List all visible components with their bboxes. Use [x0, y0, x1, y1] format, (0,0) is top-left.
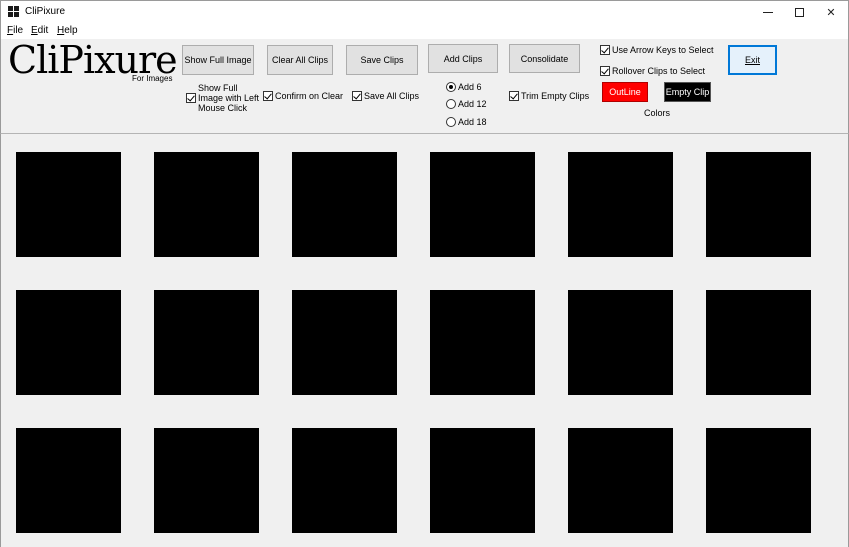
menu-help[interactable]: Help [57, 25, 78, 36]
clip-tile[interactable] [154, 152, 259, 257]
menu-edit[interactable]: Edit [31, 25, 48, 36]
title-bar: CliPixure ✕ [0, 0, 849, 22]
outline-color-button[interactable]: OutLine [602, 82, 648, 102]
clip-tile[interactable] [430, 152, 535, 257]
clip-tile[interactable] [706, 152, 811, 257]
checkbox-icon [186, 93, 196, 103]
use-arrow-keys-checkbox[interactable]: Use Arrow Keys to Select [600, 45, 714, 55]
clip-grid [0, 134, 849, 547]
clip-tile[interactable] [292, 428, 397, 533]
checkbox-icon [263, 91, 273, 101]
empty-clip-color-button[interactable]: Empty Clip [664, 82, 711, 102]
minimize-icon [763, 11, 773, 13]
clip-tile[interactable] [292, 152, 397, 257]
radio-selected-icon [446, 82, 456, 92]
menu-bar: File Edit Help [0, 22, 849, 39]
checkbox-icon [509, 91, 519, 101]
clip-tile[interactable] [16, 290, 121, 395]
maximize-icon [794, 7, 804, 17]
add-12-radio[interactable]: Add 12 [446, 99, 487, 109]
checkbox-icon [352, 91, 362, 101]
show-full-left-click-checkbox[interactable]: Show Full Image with Left Mouse Click [186, 83, 260, 113]
clip-tile[interactable] [292, 290, 397, 395]
maximize-button[interactable] [784, 1, 814, 23]
radio-icon [446, 117, 456, 127]
clip-tile[interactable] [16, 152, 121, 257]
show-full-image-button[interactable]: Show Full Image [182, 45, 254, 75]
clip-tile[interactable] [430, 290, 535, 395]
close-button[interactable]: ✕ [816, 1, 846, 23]
app-icon [8, 6, 19, 17]
checkbox-icon [600, 45, 610, 55]
clip-tile[interactable] [568, 428, 673, 533]
consolidate-button[interactable]: Consolidate [509, 44, 580, 73]
checkbox-icon [600, 66, 610, 76]
clip-tile[interactable] [154, 290, 259, 395]
clip-tile[interactable] [568, 152, 673, 257]
clear-all-clips-button[interactable]: Clear All Clips [267, 45, 333, 75]
save-clips-button[interactable]: Save Clips [346, 45, 418, 75]
add-18-radio[interactable]: Add 18 [446, 117, 487, 127]
clip-tile[interactable] [706, 428, 811, 533]
toolbar-panel: CliPixure For Images Show Full Image Cle… [0, 39, 849, 134]
clip-tile[interactable] [706, 290, 811, 395]
add-clips-button[interactable]: Add Clips [428, 44, 498, 73]
add-6-radio[interactable]: Add 6 [446, 82, 482, 92]
logo-subtitle: For Images [132, 74, 173, 83]
close-icon: ✕ [826, 6, 836, 19]
trim-empty-clips-checkbox[interactable]: Trim Empty Clips [509, 91, 589, 101]
clip-tile[interactable] [16, 428, 121, 533]
rollover-clips-checkbox[interactable]: Rollover Clips to Select [600, 66, 705, 76]
menu-file[interactable]: File [7, 25, 23, 36]
confirm-on-clear-checkbox[interactable]: Confirm on Clear [263, 91, 343, 101]
colors-label: Colors [644, 108, 671, 118]
save-all-clips-checkbox[interactable]: Save All Clips [352, 91, 419, 101]
window-title: CliPixure [25, 6, 66, 17]
clip-tile[interactable] [568, 290, 673, 395]
exit-button[interactable]: Exit [728, 45, 777, 75]
clip-tile[interactable] [430, 428, 535, 533]
clip-tile[interactable] [154, 428, 259, 533]
radio-icon [446, 99, 456, 109]
minimize-button[interactable] [753, 1, 783, 23]
